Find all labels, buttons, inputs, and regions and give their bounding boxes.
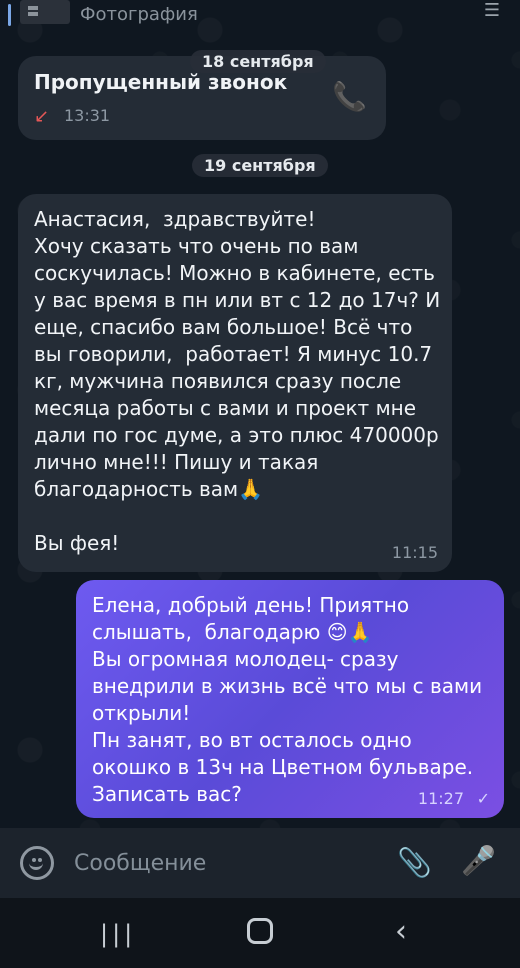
reply-preview[interactable]: Фотография ☰ bbox=[0, 0, 520, 36]
microphone-icon[interactable]: 🎤 bbox=[461, 844, 496, 877]
back-icon[interactable]: ‹ bbox=[395, 914, 407, 949]
photo-thumbnail bbox=[20, 0, 70, 24]
date-pill-first: 18 сентября bbox=[190, 50, 326, 73]
missed-call-arrow-icon: ↙ bbox=[34, 106, 50, 127]
system-navigation-bar: ||| ‹ bbox=[0, 898, 520, 968]
message-composer: 📎 🎤 bbox=[0, 828, 520, 898]
outgoing-message-text: Елена, добрый день! Приятно слышать, бла… bbox=[92, 593, 483, 806]
missed-call-title: Пропущенный звонок bbox=[34, 70, 288, 94]
reply-label: Фотография bbox=[80, 4, 198, 25]
outgoing-message-time: 11:27 bbox=[417, 789, 464, 808]
read-check-icon: ✓ bbox=[476, 789, 490, 808]
recents-icon[interactable]: ||| bbox=[100, 920, 136, 948]
list-sort-icon[interactable]: ☰ bbox=[484, 0, 500, 21]
incoming-message-text: Анастасия, здравствуйте! Хочу сказать чт… bbox=[34, 207, 441, 555]
reply-accent-bar bbox=[8, 4, 11, 26]
date-pill-second: 19 сентября bbox=[192, 154, 328, 177]
home-icon[interactable] bbox=[247, 918, 273, 944]
attach-icon[interactable]: 📎 bbox=[397, 846, 432, 879]
missed-call-time: 13:31 bbox=[64, 106, 111, 125]
message-input[interactable] bbox=[72, 842, 366, 884]
incoming-message-time: 11:15 bbox=[391, 543, 438, 562]
outgoing-message[interactable]: Елена, добрый день! Приятно слышать, бла… bbox=[76, 580, 504, 818]
incoming-message[interactable]: Анастасия, здравствуйте! Хочу сказать чт… bbox=[18, 194, 452, 572]
phone-icon[interactable]: 📞 bbox=[332, 80, 367, 113]
